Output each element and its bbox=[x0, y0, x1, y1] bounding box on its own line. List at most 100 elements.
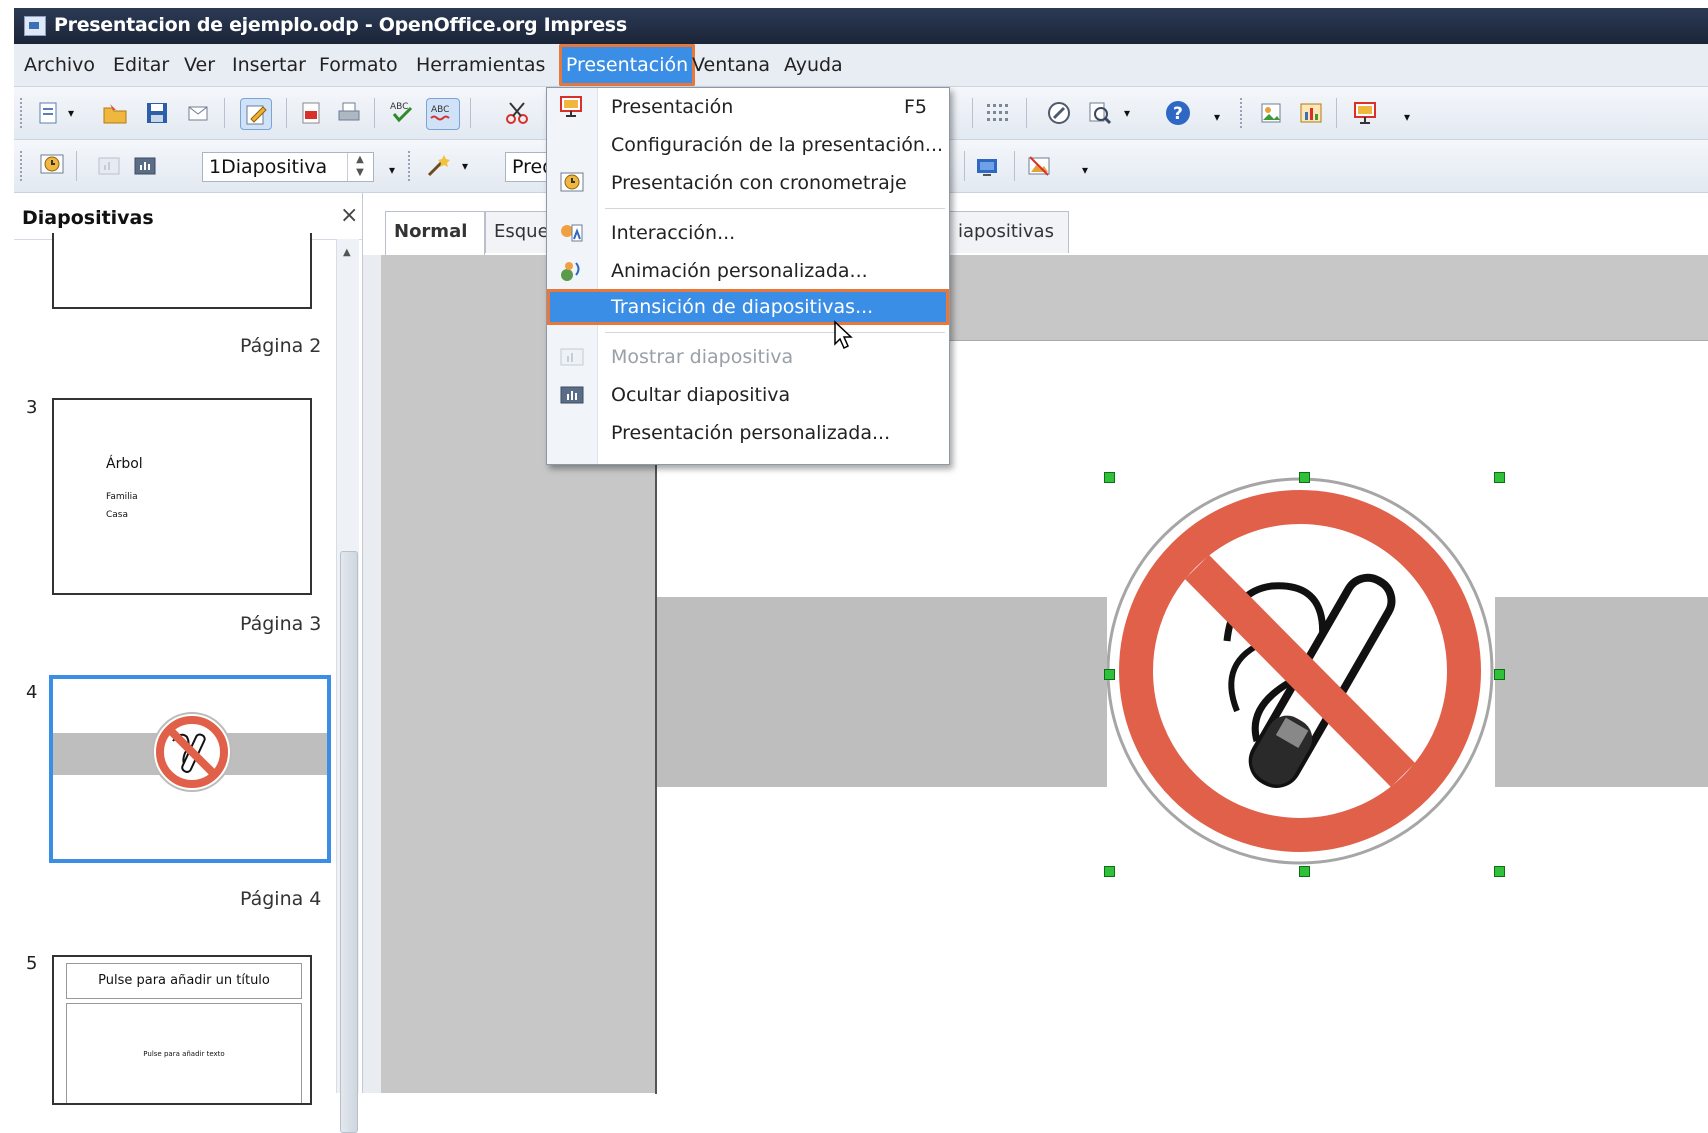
autospellcheck-icon[interactable]: ABC bbox=[426, 98, 460, 130]
selection-handle[interactable] bbox=[1104, 472, 1115, 483]
open-folder-icon[interactable] bbox=[102, 100, 128, 126]
email-document-icon[interactable] bbox=[186, 100, 212, 126]
menu-formato[interactable]: Formato bbox=[319, 44, 398, 86]
edit-mode-icon[interactable] bbox=[240, 98, 272, 130]
export-pdf-icon[interactable] bbox=[298, 100, 324, 126]
splitter-bar[interactable] bbox=[363, 255, 382, 1093]
slide-number: 4 bbox=[26, 682, 38, 703]
menu-item-mostrar-diapositiva[interactable]: Mostrar diapositiva bbox=[547, 338, 949, 376]
hide-slide-toolbar-icon[interactable] bbox=[132, 153, 158, 179]
grid-icon[interactable] bbox=[984, 100, 1010, 126]
menu-ayuda[interactable]: Ayuda bbox=[784, 44, 843, 86]
close-icon[interactable]: × bbox=[340, 203, 358, 228]
slide-spinner[interactable]: ▲ ▼ bbox=[347, 153, 372, 181]
chart-icon[interactable] bbox=[1298, 100, 1324, 126]
menu-item-label: Animación personalizada... bbox=[611, 260, 868, 282]
interaction-icon bbox=[561, 224, 583, 242]
tab-outline[interactable]: Esquem bbox=[485, 211, 566, 253]
menu-item-animacion[interactable]: Animación personalizada... bbox=[547, 252, 949, 290]
tab-normal[interactable]: Normal bbox=[385, 211, 485, 255]
thumb-body-text: Familia bbox=[106, 492, 138, 502]
menu-item-interaccion[interactable]: Interacción... bbox=[547, 214, 949, 252]
toolbar-overflow-icon[interactable]: ▾ bbox=[1072, 157, 1098, 183]
gray-band-right bbox=[1495, 597, 1708, 787]
print-icon[interactable] bbox=[336, 100, 362, 126]
svg-text:?: ? bbox=[1173, 104, 1183, 124]
menu-editar[interactable]: Editar bbox=[113, 44, 169, 86]
scrollbar-thumb[interactable] bbox=[340, 551, 358, 1133]
selection-handle[interactable] bbox=[1299, 472, 1310, 483]
window-title: Presentacion de ejemplo.odp - OpenOffice… bbox=[54, 14, 627, 36]
page-label: Página 2 bbox=[240, 335, 322, 357]
rehearse-timings-icon bbox=[560, 172, 584, 192]
menu-herramientas[interactable]: Herramientas bbox=[416, 44, 545, 86]
slide-number: 5 bbox=[26, 953, 38, 974]
slide-thumbnail-2[interactable] bbox=[52, 233, 312, 309]
page-label: Página 4 bbox=[240, 888, 322, 910]
selection-handle[interactable] bbox=[1494, 669, 1505, 680]
help-icon[interactable]: ? bbox=[1164, 99, 1190, 125]
no-smoking-sign-icon[interactable] bbox=[1107, 471, 1497, 871]
menu-item-cronometraje[interactable]: Presentación con cronometraje bbox=[547, 164, 949, 202]
menu-item-ocultar-diapositiva[interactable]: Ocultar diapositiva bbox=[547, 376, 949, 414]
menu-item-label: Mostrar diapositiva bbox=[611, 346, 794, 368]
menu-item-label: Configuración de la presentación... bbox=[611, 134, 944, 156]
scroll-up-arrow-icon[interactable]: ▲ bbox=[343, 247, 351, 258]
menu-item-shortcut: F5 bbox=[903, 96, 927, 118]
menu-ver[interactable]: Ver bbox=[184, 44, 215, 86]
slide-design-icon[interactable] bbox=[1026, 153, 1052, 179]
menu-archivo[interactable]: Archivo bbox=[24, 44, 95, 86]
menu-insertar[interactable]: Insertar bbox=[232, 44, 306, 86]
thumb-title-placeholder: Pulse para añadir un título bbox=[66, 963, 302, 999]
custom-animation-icon bbox=[561, 262, 580, 281]
tab-slide-sorter[interactable]: iapositivas bbox=[949, 211, 1069, 253]
slides-scrollbar[interactable]: ▲ bbox=[336, 239, 359, 1133]
thumb-body-text: Casa bbox=[106, 510, 129, 520]
toolbar-overflow-icon[interactable]: ▾ bbox=[379, 157, 405, 183]
menu-item-transicion[interactable]: Transición de diapositivas... bbox=[547, 289, 949, 325]
menu-item-label: Presentación bbox=[611, 96, 734, 118]
impress-app-icon bbox=[24, 16, 46, 36]
save-icon[interactable] bbox=[144, 100, 170, 126]
menu-item-label: Presentación con cronometraje bbox=[611, 172, 907, 194]
toolbar-grip[interactable] bbox=[20, 151, 26, 181]
dropdown-arrow-icon[interactable]: ▾ bbox=[58, 100, 84, 126]
toolbar-grip[interactable] bbox=[1240, 98, 1246, 128]
magic-wand-icon[interactable] bbox=[424, 152, 450, 178]
no-smoking-thumb-icon bbox=[152, 712, 232, 792]
dropdown-arrow-icon[interactable]: ▾ bbox=[452, 153, 478, 179]
thumb-body-placeholder: Pulse para añadir texto bbox=[66, 1003, 302, 1103]
menu-ventana[interactable]: Ventana bbox=[692, 44, 770, 86]
thumb-title-text: Árbol bbox=[106, 456, 143, 472]
gray-band-left bbox=[657, 597, 1107, 787]
slide-number: 3 bbox=[26, 397, 38, 418]
zoom-icon[interactable] bbox=[1086, 100, 1112, 126]
slide-thumbnail-3[interactable]: Árbol Familia Casa bbox=[52, 398, 312, 595]
menu-item-presentacion-personalizada[interactable]: Presentación personalizada... bbox=[547, 414, 949, 452]
selection-handle[interactable] bbox=[1494, 866, 1505, 877]
menu-item-presentacion[interactable]: Presentación F5 bbox=[547, 88, 949, 126]
menu-item-label: Ocultar diapositiva bbox=[611, 384, 791, 406]
selection-handle[interactable] bbox=[1104, 669, 1115, 680]
navigator-icon[interactable] bbox=[1046, 100, 1072, 126]
slide-icon[interactable] bbox=[974, 154, 1000, 180]
slideshow-start-icon[interactable] bbox=[1352, 100, 1378, 126]
gallery-icon[interactable] bbox=[1258, 100, 1284, 126]
toolbar-overflow-icon[interactable]: ▾ bbox=[1394, 104, 1420, 130]
toolbar-grip[interactable] bbox=[20, 98, 26, 128]
show-slide-toolbar-icon[interactable] bbox=[96, 153, 122, 179]
selection-handle[interactable] bbox=[1494, 472, 1505, 483]
menu-presentacion[interactable]: Presentación bbox=[559, 44, 695, 86]
spellcheck-icon[interactable]: ABC bbox=[388, 98, 414, 124]
slide-thumbnail-5[interactable]: Pulse para añadir un título Pulse para a… bbox=[52, 955, 312, 1105]
slide-thumbnail-4-selected[interactable] bbox=[49, 675, 331, 863]
menu-bar: Archivo Editar Ver Insertar Formato Herr… bbox=[14, 44, 1708, 87]
slide-timings-icon[interactable] bbox=[38, 152, 64, 178]
zoom-dropdown-arrow-icon[interactable]: ▾ bbox=[1114, 100, 1140, 126]
selection-handle[interactable] bbox=[1104, 866, 1115, 877]
selection-handle[interactable] bbox=[1299, 866, 1310, 877]
toolbar-grip[interactable] bbox=[408, 151, 414, 181]
toolbar-overflow-icon[interactable]: ▾ bbox=[1204, 104, 1230, 130]
cut-icon[interactable] bbox=[504, 100, 530, 126]
menu-item-configuracion[interactable]: Configuración de la presentación... bbox=[547, 126, 949, 164]
